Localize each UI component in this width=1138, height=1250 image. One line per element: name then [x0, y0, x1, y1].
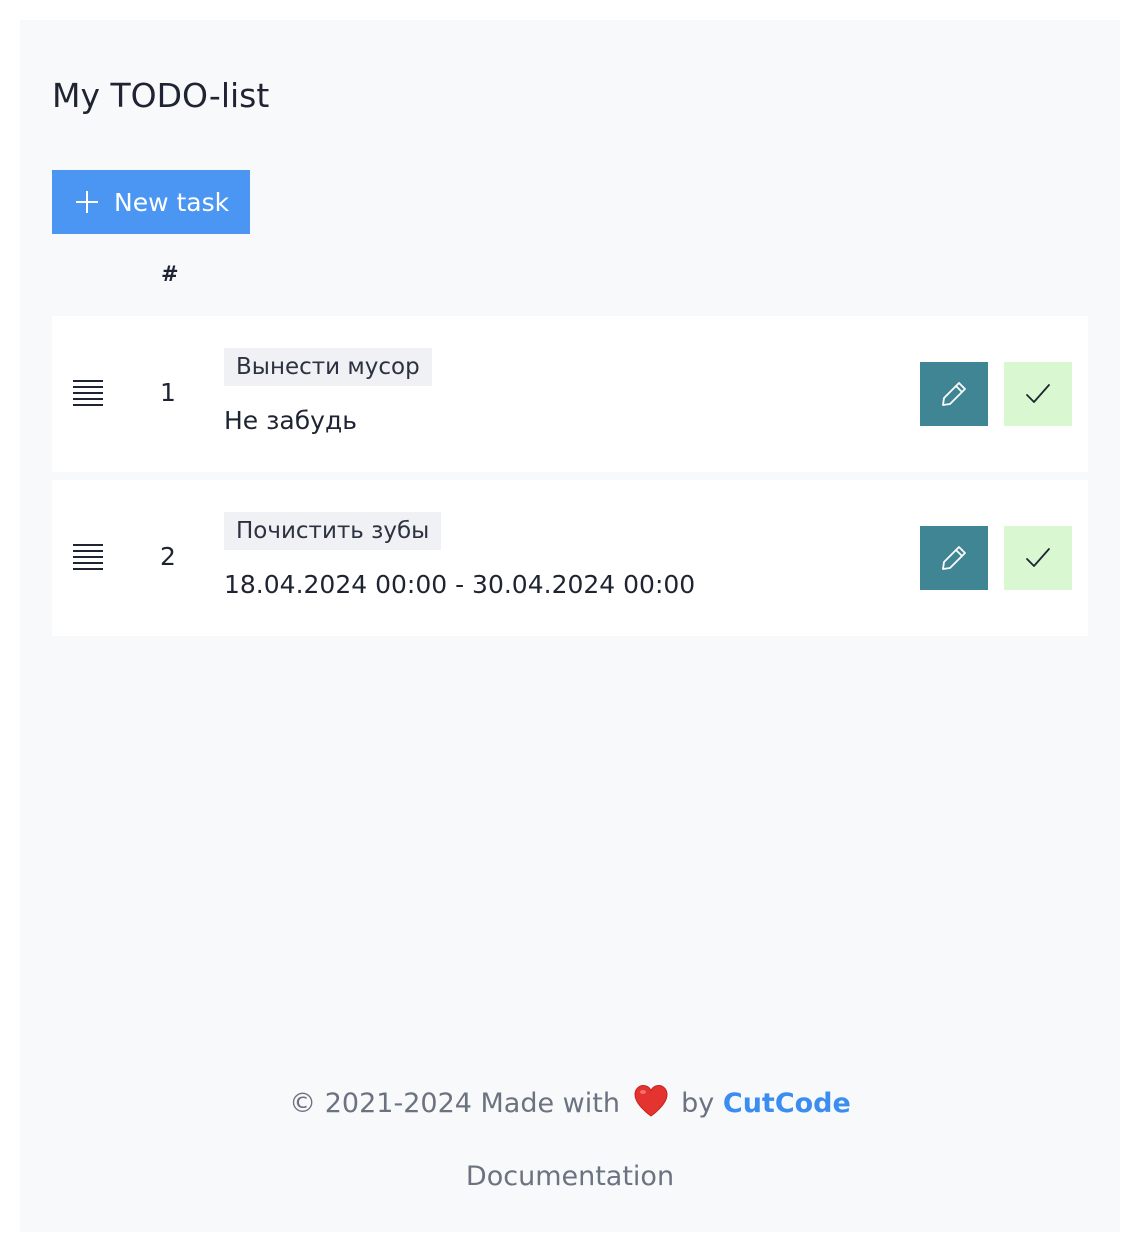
documentation-link[interactable]: Documentation [20, 1161, 1120, 1192]
cutcode-link[interactable]: CutCode [723, 1088, 851, 1119]
drag-handle-icon[interactable] [73, 380, 103, 406]
task-row: 2 Почистить зубы 18.04.2024 00:00 - 30.0… [52, 480, 1088, 636]
page-title: My TODO-list [52, 76, 270, 115]
edit-task-button[interactable] [920, 526, 988, 590]
by-text: by [681, 1088, 715, 1119]
copyright-text: © 2021-2024 Made with [289, 1088, 620, 1119]
task-title-badge: Вынести мусор [224, 348, 432, 386]
task-row: 1 Вынести мусор Не забудь [52, 316, 1088, 472]
checkmark-icon [1026, 548, 1050, 567]
plus-icon [76, 191, 98, 213]
checkmark-icon [1026, 384, 1050, 403]
footer-copyright: © 2021-2024 Made with by CutCode [20, 1084, 1120, 1119]
task-title-badge: Почистить зубы [224, 512, 442, 550]
new-task-button[interactable]: New task [52, 170, 250, 234]
edit-task-button[interactable] [920, 362, 988, 426]
task-index: 2 [160, 542, 176, 571]
task-list: 1 Вынести мусор Не забудь 2 Почистить зу… [52, 316, 1088, 644]
new-task-label: New task [114, 187, 230, 217]
drag-handle-icon[interactable] [73, 544, 103, 570]
task-description: Не забудь [224, 406, 357, 435]
pencil-icon [942, 382, 966, 406]
task-index: 1 [160, 378, 176, 407]
complete-task-button[interactable] [1004, 526, 1072, 590]
column-header-index: # [161, 262, 179, 286]
page-container: My TODO-list New task # 1 Вынести мусор … [20, 20, 1120, 1232]
complete-task-button[interactable] [1004, 362, 1072, 426]
pencil-icon [942, 546, 966, 570]
heart-icon [634, 1084, 668, 1117]
task-date-range: 18.04.2024 00:00 - 30.04.2024 00:00 [224, 570, 696, 599]
